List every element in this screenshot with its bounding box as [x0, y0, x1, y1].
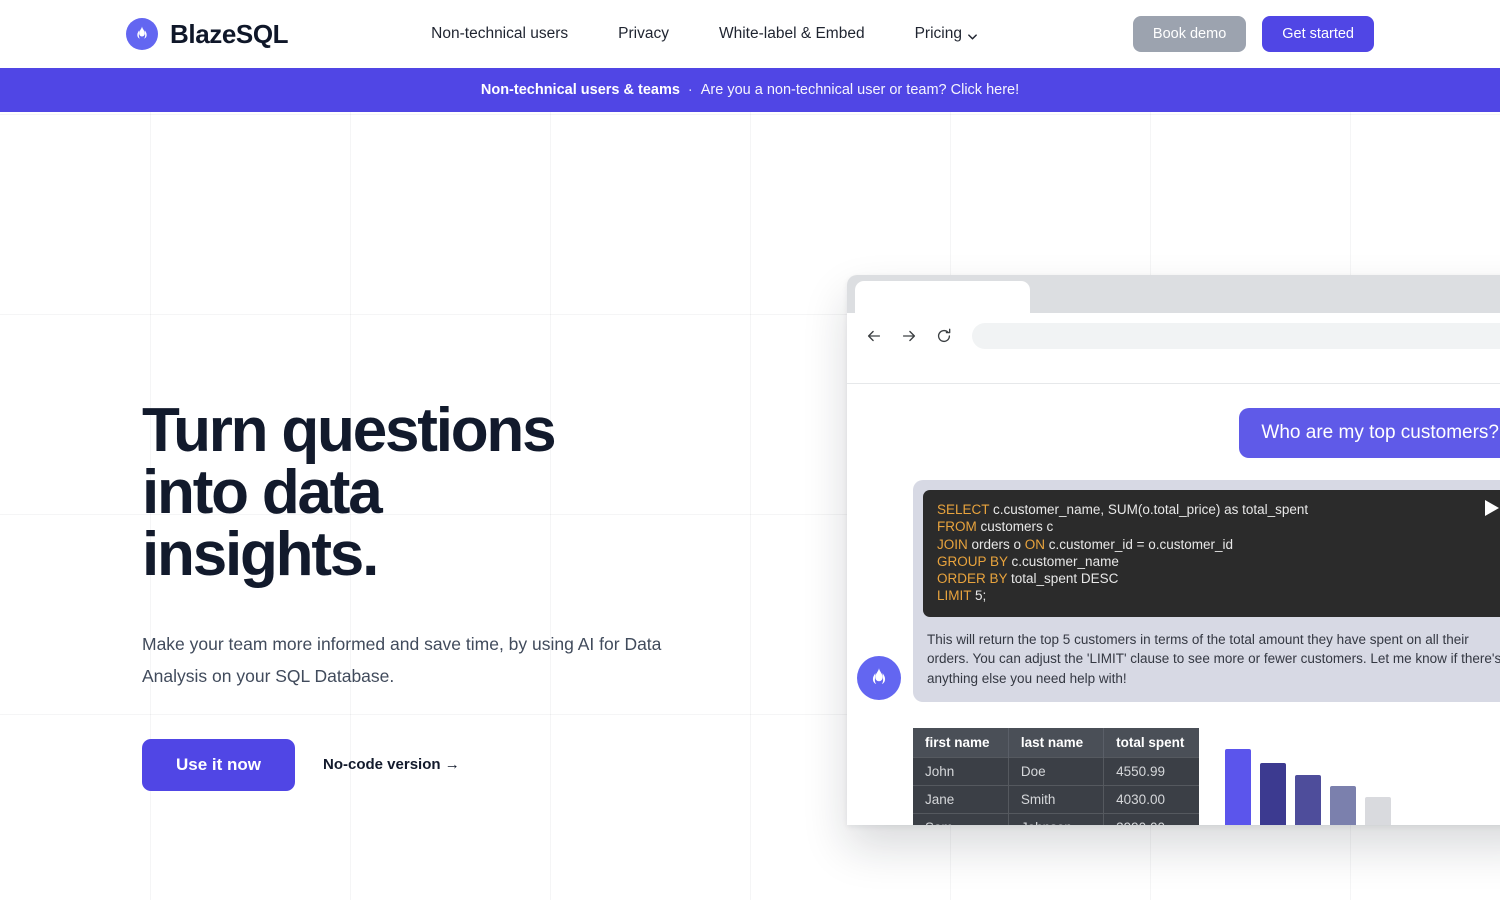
chart-bar	[1295, 775, 1321, 825]
cell-first-name: Jane	[913, 785, 1009, 814]
cell-total-spent: 3990.00	[1103, 813, 1199, 825]
hero-cta-group: Use it now No-code version →	[142, 738, 762, 791]
nav-actions: Book demo Get started	[1132, 16, 1374, 52]
heading-line-2: into data	[142, 458, 383, 527]
chart-bar	[1260, 763, 1286, 825]
book-demo-button[interactable]: Book demo	[1132, 16, 1247, 52]
brand-logo[interactable]: BlazeSQL	[126, 18, 289, 50]
hero-section: Turn questions into data insights. Make …	[142, 400, 762, 791]
no-code-version-link[interactable]: No-code version →	[323, 756, 460, 773]
sql-code-line: JOIN orders o ON c.customer_id = o.custo…	[937, 536, 1234, 552]
blaze-flame-icon	[857, 656, 901, 701]
heading-line-1: Turn questions	[142, 396, 557, 465]
arrow-right-icon[interactable]	[898, 325, 920, 347]
page-title: Turn questions into data insights.	[142, 400, 762, 586]
nav-link-non-technical-users[interactable]: Non-technical users	[406, 17, 593, 51]
sql-code-lines: SELECT c.customer_name, SUM(o.total_pric…	[937, 501, 1497, 605]
chart-bar	[1330, 786, 1356, 825]
app-content: Who are my top customers? SELECT c.custo…	[847, 384, 1500, 825]
ai-message-bubble: SELECT c.customer_name, SUM(o.total_pric…	[913, 480, 1500, 703]
cell-total-spent: 4550.99	[1103, 757, 1199, 786]
sql-code-line: ORDER BY total_spent DESC	[937, 571, 1119, 587]
sql-code-line: FROM customers c	[937, 519, 1054, 535]
ai-explanation-text: This will return the top 5 customers in …	[927, 631, 1500, 686]
chart-bar	[1365, 797, 1391, 825]
table-row: John Doe 4550.99	[913, 757, 1199, 786]
nav-link-label: White-label & Embed	[718, 25, 865, 42]
column-header: first name	[913, 728, 1009, 758]
blaze-flame-icon	[126, 18, 158, 50]
sql-code-line: GROUP BY c.customer_name	[937, 553, 1119, 569]
nav-links: Non-technical users Privacy White-label …	[406, 17, 1003, 51]
banner-message: Are you a non-technical user or team? Cl…	[700, 82, 1020, 98]
banner-bold-text: Non-technical users & teams	[480, 82, 680, 98]
table-row: Jane Smith 4030.00	[913, 785, 1199, 814]
results-bar-chart	[1225, 741, 1391, 825]
table-header-row: first name last name total spent	[913, 728, 1199, 758]
banner-separator: ·	[687, 82, 693, 98]
user-message-row: Who are my top customers?	[857, 408, 1500, 458]
browser-tabstrip	[847, 275, 1500, 313]
cell-first-name: John	[913, 757, 1009, 786]
play-icon[interactable]	[1485, 500, 1499, 516]
announcement-banner[interactable]: Non-technical users & teams · Are you a …	[0, 68, 1500, 112]
nav-link-label: Non-technical users	[431, 25, 569, 42]
user-message-bubble: Who are my top customers?	[1239, 408, 1500, 458]
browser-tab[interactable]	[855, 281, 1030, 313]
chevron-down-icon	[967, 29, 978, 40]
chart-bar	[1225, 749, 1251, 825]
top-navbar: BlazeSQL Non-technical users Privacy Whi…	[0, 0, 1500, 68]
sql-code-block: SELECT c.customer_name, SUM(o.total_pric…	[923, 490, 1500, 617]
cell-last-name: Johnson	[1008, 813, 1105, 825]
nav-link-white-label-embed[interactable]: White-label & Embed	[694, 17, 890, 51]
sql-code-line: LIMIT 5;	[937, 588, 987, 604]
brand-name: BlazeSQL	[170, 18, 289, 49]
reload-icon[interactable]	[933, 325, 955, 347]
arrow-left-icon[interactable]	[863, 325, 885, 347]
browser-toolbar	[847, 313, 1500, 359]
sql-code-line: SELECT c.customer_name, SUM(o.total_pric…	[937, 502, 1309, 517]
results-row: first name last name total spent John Do…	[913, 728, 1500, 825]
ai-message-row: SELECT c.customer_name, SUM(o.total_pric…	[857, 480, 1500, 703]
column-header: last name	[1008, 728, 1105, 758]
results-table: first name last name total spent John Do…	[913, 728, 1199, 825]
nav-link-label: Privacy	[618, 25, 669, 42]
nav-link-pricing[interactable]: Pricing	[890, 17, 1003, 51]
url-input[interactable]	[972, 323, 1500, 349]
cell-last-name: Doe	[1008, 757, 1105, 786]
cell-total-spent: 4030.00	[1103, 785, 1199, 814]
nav-link-privacy[interactable]: Privacy	[593, 17, 694, 51]
hero-subheading: Make your team more informed and save ti…	[142, 634, 662, 687]
use-it-now-button[interactable]: Use it now	[142, 738, 296, 791]
landing-page: BlazeSQL Non-technical users Privacy Whi…	[0, 0, 1500, 900]
cell-last-name: Smith	[1008, 785, 1105, 814]
heading-line-3: insights.	[142, 520, 379, 589]
nav-link-label: Pricing	[914, 25, 962, 42]
table-row: Sam Johnson 3990.00	[913, 813, 1199, 825]
column-header: total spent	[1103, 728, 1199, 758]
cell-first-name: Sam	[913, 813, 1009, 825]
browser-mockup: Who are my top customers? SELECT c.custo…	[847, 275, 1500, 825]
get-started-button[interactable]: Get started	[1262, 16, 1374, 52]
